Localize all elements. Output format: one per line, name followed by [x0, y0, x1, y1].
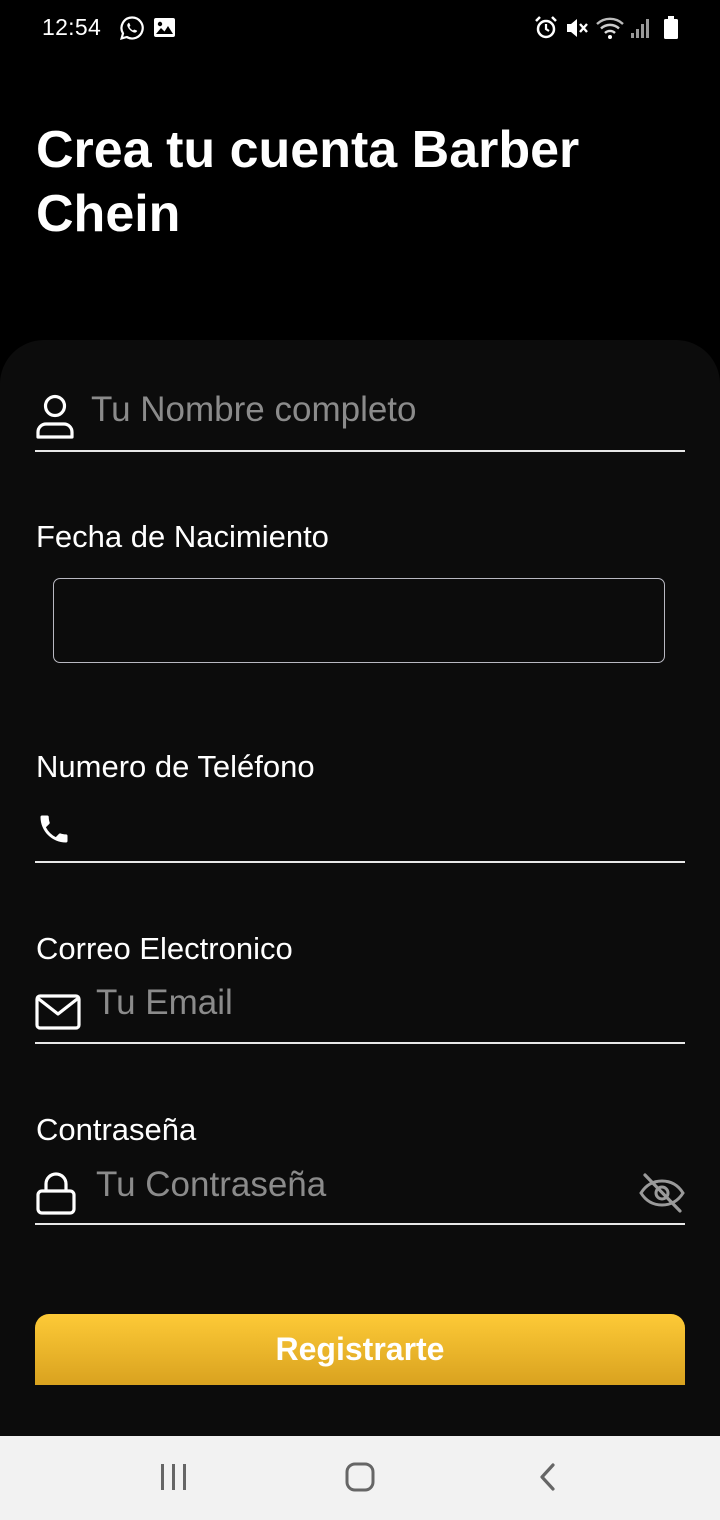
form-sheet	[0, 340, 720, 1436]
name-input[interactable]: Tu Nombre completo	[91, 390, 417, 430]
email-input[interactable]: Tu Email	[96, 983, 233, 1023]
status-bar: 12:54	[0, 0, 720, 56]
email-label: Correo Electronico	[36, 931, 293, 966]
gallery-icon	[154, 18, 175, 37]
page-title: Crea tu cuenta Barber Chein	[36, 121, 580, 243]
wifi-icon	[596, 17, 624, 39]
register-button[interactable]: Registrarte	[35, 1314, 685, 1385]
phone-underline	[35, 861, 685, 863]
alarm-icon	[535, 16, 557, 39]
status-time: 12:54	[42, 14, 102, 40]
password-underline	[35, 1223, 685, 1225]
phone-label: Numero de Teléfono	[36, 749, 315, 784]
phone-icon	[40, 815, 68, 843]
battery-icon	[664, 16, 678, 39]
eye-off-icon[interactable]	[638, 1172, 686, 1214]
password-input[interactable]: Tu Contraseña	[96, 1165, 326, 1205]
phone-input[interactable]	[90, 808, 685, 856]
user-icon	[36, 394, 74, 439]
home-icon[interactable]	[344, 1462, 376, 1492]
back-icon[interactable]	[534, 1462, 562, 1492]
name-underline	[35, 450, 685, 452]
birthdate-label: Fecha de Nacimiento	[36, 519, 329, 554]
birthdate-input[interactable]	[53, 578, 665, 663]
whatsapp-icon	[120, 16, 144, 40]
password-label: Contraseña	[36, 1112, 197, 1147]
mute-icon	[567, 19, 588, 37]
lock-icon	[36, 1172, 76, 1215]
signal-icon	[631, 19, 649, 38]
navigation-bar	[0, 1436, 720, 1520]
email-underline	[35, 1042, 685, 1044]
recent-apps-icon[interactable]	[158, 1462, 190, 1492]
register-button-label: Registrarte	[275, 1331, 445, 1367]
mail-icon	[35, 994, 81, 1030]
